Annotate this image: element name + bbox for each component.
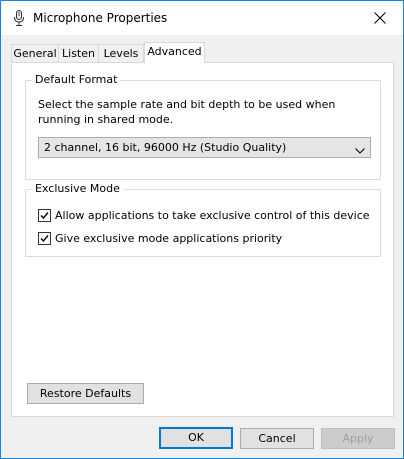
tab-general[interactable]: General — [11, 44, 59, 62]
default-format-title: Default Format — [32, 73, 121, 87]
exclusive-mode-group: Exclusive Mode Allow applications to tak… — [25, 182, 381, 257]
checkmark-icon — [40, 235, 49, 243]
exclusive-mode-title: Exclusive Mode — [32, 182, 123, 196]
sample-rate-value: 2 channel, 16 bit, 96000 Hz (Studio Qual… — [44, 141, 287, 154]
close-icon — [374, 12, 386, 24]
restore-defaults-button[interactable]: Restore Defaults — [27, 383, 144, 404]
checkmark-icon — [40, 212, 49, 220]
properties-window: Microphone Properties General Listen Lev… — [0, 0, 404, 459]
chevron-down-icon — [355, 144, 365, 157]
title-bar: Microphone Properties — [1, 1, 403, 35]
exclusive-priority-label[interactable]: Give exclusive mode applications priorit… — [55, 231, 282, 246]
cancel-button[interactable]: Cancel — [240, 428, 314, 449]
allow-exclusive-control-label[interactable]: Allow applications to take exclusive con… — [55, 208, 370, 223]
tab-levels[interactable]: Levels — [98, 44, 144, 62]
close-button[interactable] — [357, 1, 403, 35]
tab-advanced[interactable]: Advanced — [144, 42, 205, 63]
allow-exclusive-control-checkbox[interactable] — [38, 209, 51, 222]
default-format-description: Select the sample rate and bit depth to … — [38, 98, 336, 126]
default-format-group: Default Format Select the sample rate an… — [25, 73, 381, 180]
microphone-icon — [13, 10, 25, 26]
apply-button: Apply — [321, 428, 395, 449]
advanced-tab-panel: Default Format Select the sample rate an… — [11, 62, 394, 417]
sample-rate-dropdown[interactable]: 2 channel, 16 bit, 96000 Hz (Studio Qual… — [38, 137, 371, 158]
ok-button[interactable]: OK — [159, 427, 233, 449]
tab-strip: General Listen Levels Advanced — [11, 42, 391, 63]
tab-listen[interactable]: Listen — [58, 44, 99, 62]
exclusive-priority-checkbox[interactable] — [38, 232, 51, 245]
window-title: Microphone Properties — [33, 11, 168, 25]
